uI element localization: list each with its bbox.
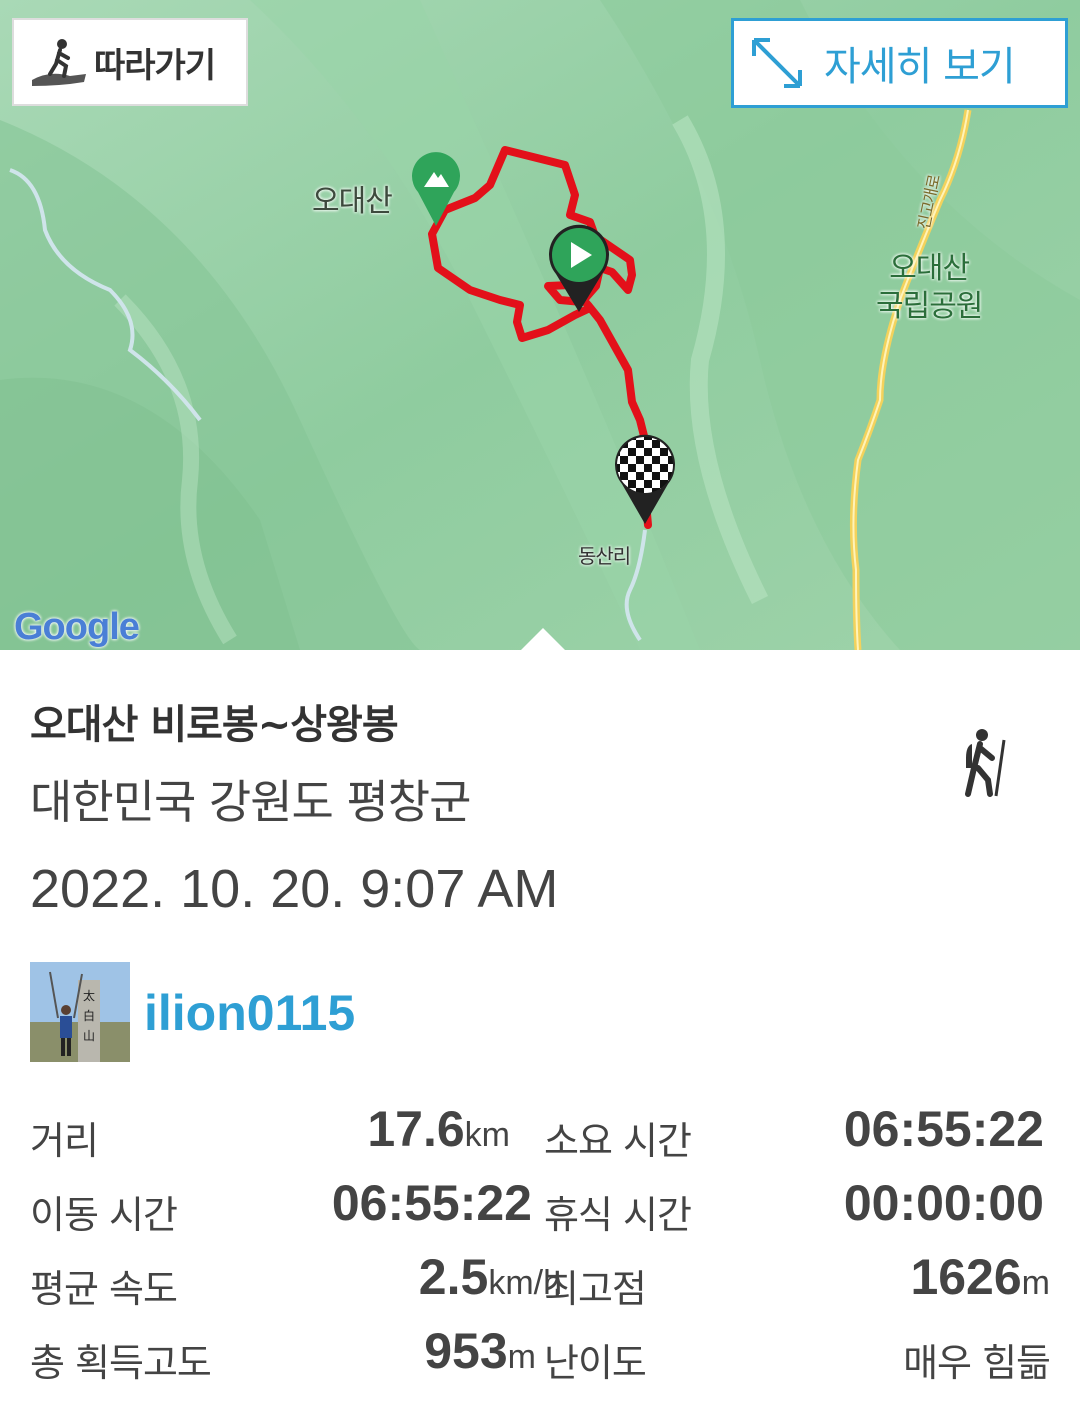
username-link[interactable]: ilion0115: [144, 984, 355, 1042]
follow-label: 따라가기: [94, 45, 216, 86]
elevation-gain-unit: m: [507, 1338, 536, 1376]
stats-table: 거리 17.6km 소요 시간 06:55:22 이동 시간 06:55:22 …: [30, 1100, 1051, 1396]
view-details-label: 자세히 보기: [824, 44, 1016, 90]
distance-value: 17.6km: [367, 1100, 510, 1158]
peak-marker-icon[interactable]: [410, 152, 462, 228]
stats-row: 이동 시간 06:55:22 휴식 시간 00:00:00: [30, 1174, 1050, 1248]
expand-icon: [752, 38, 802, 88]
stats-row: 평균 속도 2.5km/h 최고점 1626m: [30, 1248, 1050, 1322]
elevation-gain-number: 953: [424, 1323, 508, 1379]
total-time-label: 소요 시간: [544, 1119, 692, 1163]
avg-speed-number: 2.5: [418, 1249, 489, 1305]
peak-label: 오대산: [312, 184, 393, 219]
route-map[interactable]: 오대산 오대산 국립공원 동산리 진고개로 Google 따라가기 자세히 보기: [0, 0, 1080, 650]
svg-text:白: 白: [83, 1008, 95, 1023]
stats-row: 거리 17.6km 소요 시간 06:55:22: [30, 1100, 1050, 1174]
track-datetime: 2022. 10. 20. 9:07 AM: [30, 859, 559, 919]
panel-pointer: [521, 628, 565, 650]
max-elevation-label: 최고점: [544, 1267, 647, 1311]
finish-flag-icon[interactable]: [612, 432, 678, 526]
follow-trail-icon: [32, 39, 86, 86]
total-time-number: 06:55:22: [843, 1101, 1044, 1157]
svg-text:太: 太: [83, 988, 95, 1003]
elevation-gain-value: 953m: [424, 1322, 536, 1380]
google-logo: Google: [14, 606, 140, 649]
distance-number: 17.6: [367, 1101, 465, 1157]
track-title: 오대산 비로봉~상왕봉: [30, 702, 399, 748]
rest-time-label: 휴식 시간: [544, 1193, 692, 1237]
rest-time-number: 00:00:00: [843, 1175, 1044, 1231]
difficulty-label: 난이도: [544, 1341, 647, 1385]
track-location: 대한민국 강원도 평창군: [30, 775, 471, 829]
stats-row: 총 획득고도 953m 난이도 매우 힘듦: [30, 1322, 1051, 1396]
max-elevation-number: 1626: [910, 1249, 1022, 1305]
moving-time-label: 이동 시간: [30, 1193, 178, 1237]
park-label-line1: 오대산: [889, 251, 970, 286]
elevation-gain-label: 총 획득고도: [30, 1341, 212, 1385]
avg-speed-value: 2.5km/h: [419, 1248, 562, 1306]
total-time-value: 06:55:22: [844, 1100, 1044, 1158]
moving-time-value: 06:55:22: [332, 1174, 532, 1232]
hiking-icon: [965, 729, 1006, 797]
avg-speed-label: 평균 속도: [30, 1267, 178, 1311]
follow-button[interactable]: 따라가기: [12, 18, 248, 106]
max-elevation-value: 1626m: [910, 1248, 1050, 1306]
max-elevation-unit: m: [1021, 1264, 1050, 1302]
difficulty-value: 매우 힘듦: [903, 1332, 1051, 1387]
difficulty-text: 매우 힘듦: [903, 1341, 1051, 1385]
view-details-button[interactable]: 자세히 보기: [731, 18, 1068, 108]
svg-text:山: 山: [83, 1029, 95, 1043]
park-label-line2: 국립공원: [876, 289, 983, 324]
avatar-photo: 太 白 山: [30, 962, 130, 1062]
google-logo-text: Google: [14, 606, 140, 648]
user-avatar[interactable]: 太 白 山: [30, 962, 130, 1062]
distance-unit: km: [464, 1116, 510, 1154]
rest-time-value: 00:00:00: [844, 1174, 1044, 1232]
moving-time-number: 06:55:22: [331, 1175, 532, 1231]
village-label: 동산리: [578, 544, 631, 568]
track-info-panel: 오대산 비로봉~상왕봉 대한민국 강원도 평창군 2022. 10. 20. 9…: [0, 650, 1080, 1408]
start-marker-icon[interactable]: [546, 222, 612, 314]
park-label: 오대산 국립공원: [876, 250, 983, 326]
distance-label: 거리: [30, 1119, 99, 1163]
